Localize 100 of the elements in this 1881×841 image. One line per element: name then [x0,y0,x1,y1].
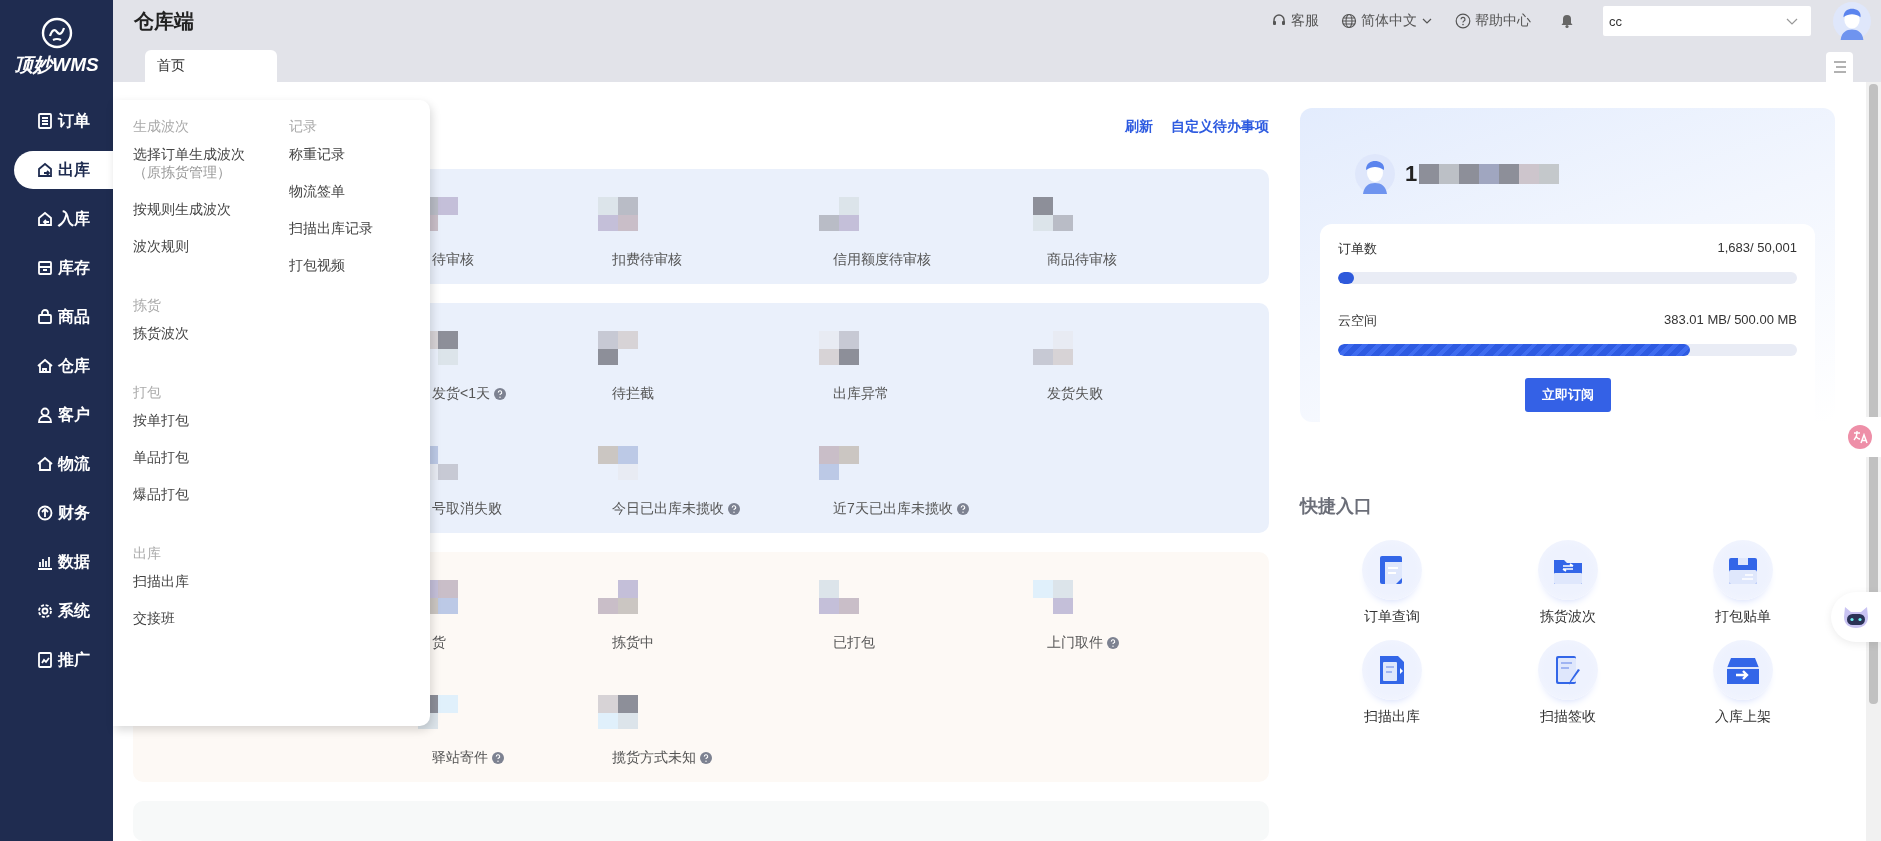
menu-heading: 拣货 [133,297,162,315]
stat-label[interactable]: 待拦截 [612,385,654,403]
sidebar-item[interactable]: 财务 [14,494,113,532]
person-icon [36,406,54,424]
menu-item[interactable]: 拣货波次 [133,325,275,343]
bag-icon [36,308,54,326]
subscribe-button[interactable]: 立即订阅 [1524,378,1611,412]
sidebar-item[interactable]: 商品 [14,298,113,336]
sidebar-item[interactable]: 仓库 [14,347,113,385]
tab[interactable]: 首页 [145,50,277,82]
sidebar-item[interactable]: 入库 [14,200,113,238]
redaction-mosaic [819,580,859,614]
sidebar-item[interactable]: 物流 [14,445,113,483]
archive-icon [36,259,54,277]
help-icon[interactable] [492,752,504,764]
sidebar-item[interactable]: 客户 [14,396,113,434]
menu-item[interactable]: 物流签单 [288,183,430,201]
sidebar-item[interactable]: 库存 [14,249,113,287]
menu-item[interactable]: 扫描出库 [133,573,275,591]
stat-label[interactable]: 已打包 [833,634,875,652]
menu-heading: 出库 [133,545,162,563]
menu-heading: 打包 [133,384,162,402]
menu-item[interactable]: 波次规则 [133,238,275,256]
house-icon [36,455,54,473]
stat-label[interactable]: 出库异常 [833,385,889,403]
assistant-button[interactable] [1831,592,1881,642]
help-icon[interactable] [1107,637,1119,649]
redaction-mosaic [1033,197,1073,231]
usage-label: 云空间 [1338,312,1377,330]
gear-icon [36,602,54,620]
link[interactable]: 自定义待办事项 [1171,118,1269,136]
menu-item[interactable]: 称重记录 [288,146,430,164]
menu-item[interactable]: 选择订单生成波次 [133,146,275,164]
menu-item[interactable]: 打包视频 [288,257,430,275]
support-link[interactable]: 客服 [1271,12,1319,30]
stat-label[interactable]: 发货<1天 [432,385,490,403]
stat-label[interactable]: 今日已出库未揽收 [612,500,724,518]
redaction-mosaic [819,446,859,480]
redaction-mosaic [598,197,638,231]
menu-item[interactable]: 按单打包 [133,412,275,430]
chart-document-icon [36,651,54,669]
house-arrow-icon [36,210,54,228]
logo-icon [39,16,74,50]
stat-label[interactable]: 扣费待审核 [612,251,682,269]
translate-icon [1848,425,1872,449]
sidebar-item[interactable]: 系统 [14,592,113,630]
link[interactable]: 刷新 [1125,118,1153,136]
avatar [1355,154,1395,194]
stat-label[interactable]: 信用额度待审核 [833,251,931,269]
usage-label: 订单数 [1338,240,1377,258]
redaction-mosaic [1033,331,1073,365]
menu-item[interactable]: 扫描出库记录 [288,220,430,238]
redaction-mosaic [598,695,638,729]
help-icon [1455,13,1471,29]
sidebar-item[interactable]: 订单 [14,102,113,140]
redaction-mosaic [598,446,638,480]
stat-label[interactable]: 近7天已出库未揽收 [833,500,953,518]
user-name: 1 [1405,161,1418,187]
stat-label[interactable]: 拣货中 [612,634,654,652]
stat-label[interactable]: 发货失败 [1047,385,1103,403]
help-icon[interactable] [493,388,506,400]
globe-icon [1341,13,1357,29]
logo-text: 顶妙WMS [14,53,99,77]
help-link[interactable]: 帮助中心 [1455,12,1531,30]
redaction-mosaic [819,331,859,365]
menu-item[interactable]: 爆品打包 [133,486,275,504]
stat-label[interactable]: 上门取件 [1047,634,1103,652]
help-icon[interactable] [728,503,740,515]
usage-reading: 383.01 MB/ 500.00 MB [1664,312,1798,329]
menu-heading: 记录 [288,118,318,136]
document-icon [36,112,54,130]
redaction-mosaic [819,197,859,231]
bell-icon[interactable] [1559,13,1575,29]
usage-reading: 1,683/ 50,001 [1717,240,1798,257]
menu-item[interactable]: 按规则生成波次 [133,201,275,219]
redaction-mosaic [598,331,638,365]
menu-note: （原拣货管理） [133,164,232,182]
redaction-mosaic [598,580,638,614]
sidebar-item[interactable]: 数据 [14,543,113,581]
stat-label[interactable]: 商品待审核 [1047,251,1117,269]
language-select[interactable]: 简体中文 [1341,12,1433,30]
stat-label[interactable]: 号取消失败 [432,500,502,518]
menu-item[interactable]: 交接班 [133,610,275,628]
stat-label[interactable]: 驿站寄件 [432,749,488,767]
stat-label[interactable]: 待审核 [432,251,474,269]
sidebar-item[interactable]: 出库 [14,151,113,189]
menu-item[interactable]: 单品打包 [133,449,275,467]
page-title: 仓库端 [134,8,194,34]
avatar[interactable] [1833,2,1871,40]
coin-icon [36,504,54,522]
store-select[interactable]: cc [1603,6,1811,36]
help-icon[interactable] [700,752,712,764]
house-arrow-icon [36,161,54,179]
sidebar-item[interactable]: 推广 [14,641,113,679]
help-icon[interactable] [956,503,969,515]
section-title: 快捷入口 [1300,495,1373,518]
stat-label[interactable]: 货 [432,634,446,652]
menu-icon [1832,61,1847,73]
menu-button[interactable] [1826,52,1853,82]
stat-label[interactable]: 揽货方式未知 [612,749,696,767]
